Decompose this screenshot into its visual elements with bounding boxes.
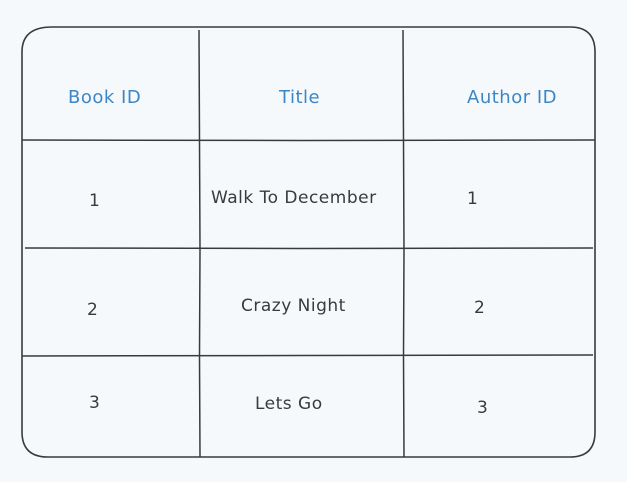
cell-title-3: Lets Go [255, 394, 323, 414]
cell-title-1: Walk To December [211, 188, 377, 208]
cell-author-id-3: 3 [477, 398, 489, 418]
cell-title-2: Crazy Night [241, 296, 346, 316]
books-table-diagram: Book ID Title Author ID 1 Walk To Decemb… [0, 0, 627, 482]
cell-book-id-1: 1 [89, 191, 101, 211]
header-title: Title [279, 87, 321, 108]
cell-author-id-2: 2 [474, 298, 486, 318]
row-divider-3 [21, 354, 594, 357]
column-divider-1 [198, 29, 201, 458]
cell-book-id-3: 3 [89, 393, 101, 413]
header-book-id: Book ID [68, 87, 142, 108]
cell-book-id-2: 2 [87, 300, 99, 320]
column-divider-2 [402, 29, 405, 458]
row-divider-2 [24, 247, 594, 250]
header-author-id: Author ID [467, 87, 557, 108]
cell-author-id-1: 1 [467, 189, 479, 209]
row-divider-1 [21, 139, 596, 142]
